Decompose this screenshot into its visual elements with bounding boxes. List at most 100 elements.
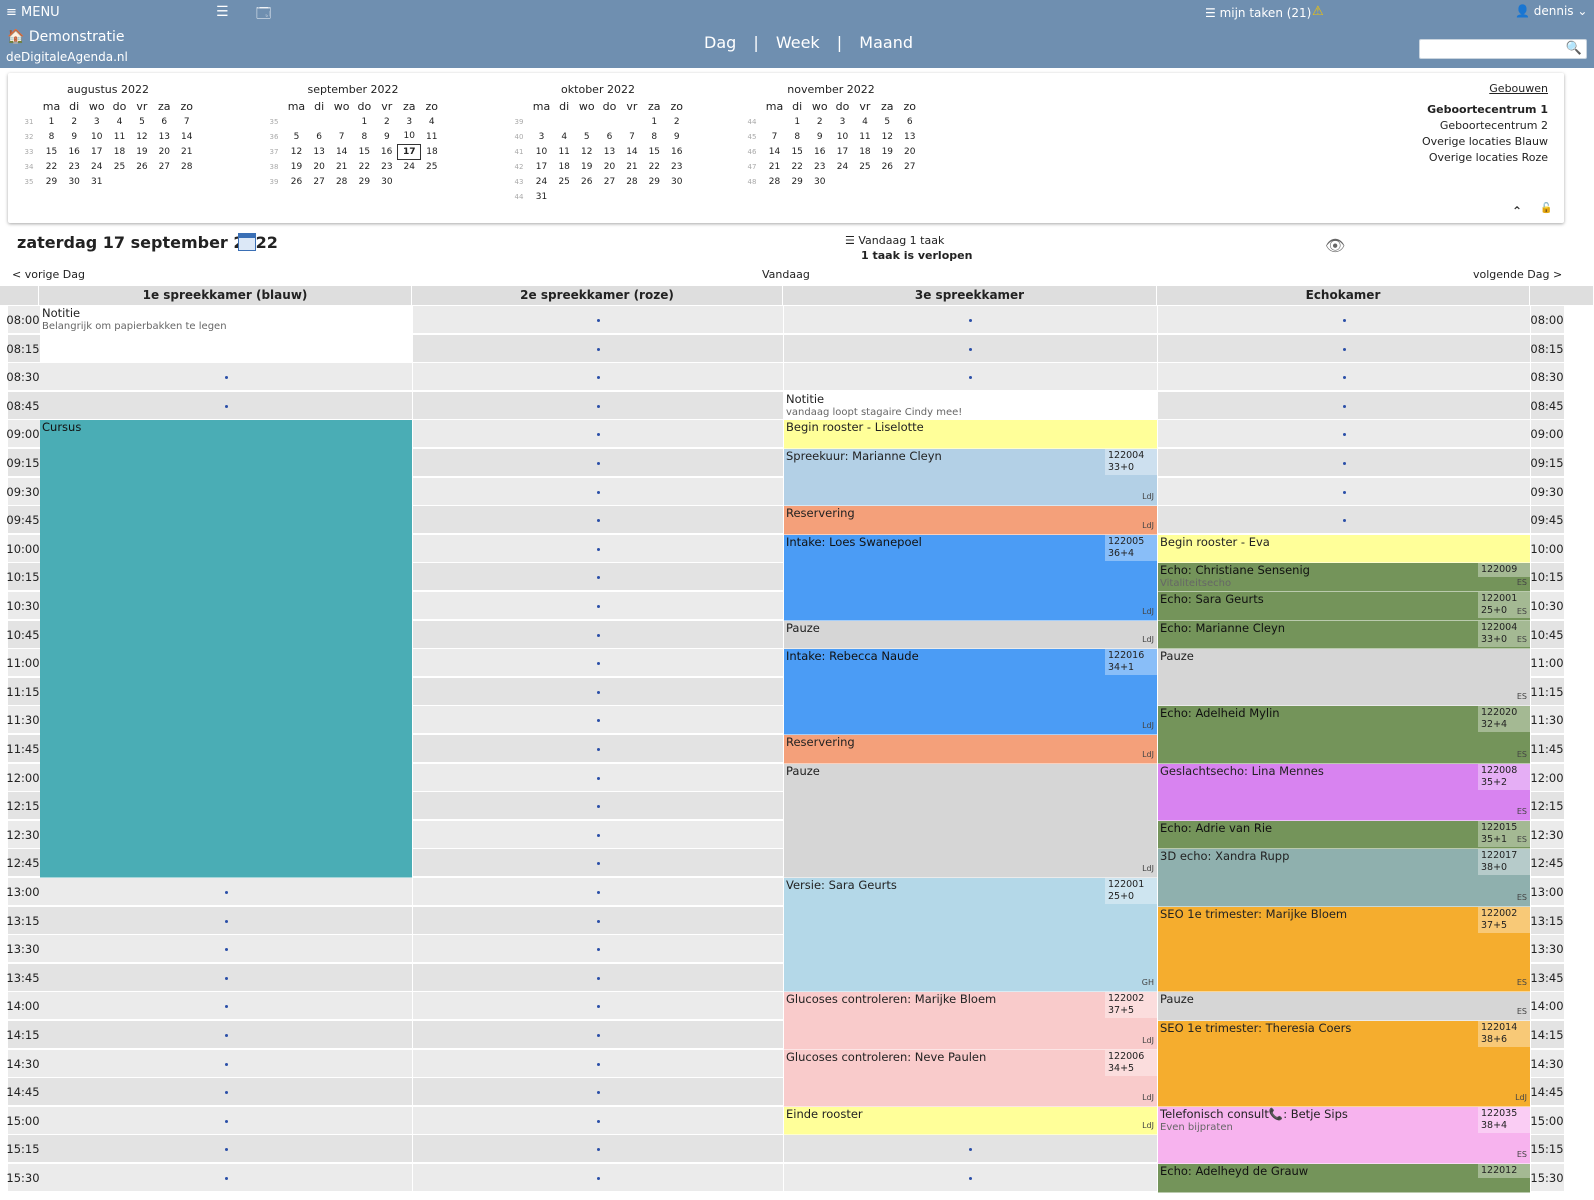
free-slot-dot[interactable] [224, 1119, 228, 1123]
appointment[interactable]: SEO 1e trimester: Marijke Bloem 122002 37… [1158, 906, 1530, 993]
card-icon[interactable]: 🗔 [256, 3, 271, 27]
day-cell[interactable]: 11 [553, 144, 575, 159]
day-cell[interactable]: 29 [353, 174, 376, 189]
day-cell[interactable]: 12 [876, 129, 898, 144]
day-cell[interactable]: 30 [63, 174, 85, 189]
day-cell[interactable]: 9 [63, 129, 85, 144]
free-slot-dot[interactable] [596, 605, 600, 608]
day-cell[interactable]: 31 [530, 189, 553, 204]
day-cell[interactable]: 6 [899, 114, 921, 129]
appointment[interactable]: Echo: Adrie van Rie 122015 35+1 ES [1158, 820, 1530, 850]
free-slot-dot[interactable] [596, 347, 600, 351]
appointment[interactable]: Einde rooster LdJ [784, 1106, 1157, 1136]
free-slot-dot[interactable] [596, 891, 600, 894]
day-cell[interactable]: 21 [176, 144, 198, 159]
day-cell[interactable]: 19 [285, 159, 308, 174]
day-cell[interactable]: 4 [553, 129, 575, 144]
view-day[interactable]: Dag [704, 33, 736, 52]
day-cell[interactable]: 25 [108, 159, 131, 174]
day-cell[interactable]: 3 [85, 114, 108, 129]
appointment[interactable]: Reservering LdJ [784, 506, 1157, 535]
day-cell[interactable]: 5 [131, 114, 153, 129]
day-cell[interactable]: 7 [763, 129, 786, 144]
day-cell[interactable]: 26 [131, 159, 153, 174]
day-cell[interactable]: 24 [831, 159, 854, 174]
day-cell[interactable]: 14 [621, 144, 643, 159]
free-slot-dot[interactable] [224, 948, 228, 952]
day-cell[interactable]: 27 [598, 174, 621, 189]
appointment[interactable]: Begin rooster - Liselotte [784, 420, 1157, 449]
free-slot-dot[interactable] [224, 976, 228, 980]
day-cell[interactable]: 19 [131, 144, 153, 159]
day-cell[interactable]: 30 [808, 174, 831, 189]
buildings-link[interactable]: Gebouwen [1489, 82, 1548, 95]
appointment[interactable]: Echo: Adelheyd de Grauw 122012 [1158, 1164, 1530, 1193]
day-cell[interactable]: 17 [85, 144, 108, 159]
day-cell[interactable]: 20 [598, 159, 621, 174]
day-cell[interactable]: 18 [553, 159, 575, 174]
day-cell[interactable]: 23 [666, 159, 688, 174]
free-slot-dot[interactable] [1342, 462, 1346, 465]
location-item[interactable]: Overige locaties Blauw [1422, 135, 1548, 148]
day-cell[interactable]: 9 [808, 129, 831, 144]
appointment[interactable]: Intake: Rebecca Naude 122016 34+1 LdJ [784, 649, 1157, 735]
appointment[interactable]: Cursus [40, 420, 412, 878]
free-slot-dot[interactable] [596, 547, 600, 551]
free-slot-dot[interactable] [596, 833, 600, 837]
day-cell[interactable]: 22 [353, 159, 376, 174]
day-cell[interactable]: 13 [899, 129, 921, 144]
free-slot-dot[interactable] [596, 1062, 600, 1066]
appointment[interactable]: Geslachtsecho: Lina Mennes 122008 35+2 ES [1158, 763, 1530, 821]
day-cell[interactable]: 5 [876, 114, 898, 129]
day-cell[interactable]: 14 [176, 129, 198, 144]
appointment[interactable]: Echo: Christiane Sensenig Vitaliteitsecho… [1158, 563, 1530, 592]
day-cell[interactable]: 3 [530, 129, 553, 144]
lock-icon[interactable]: 🔓 [1540, 203, 1552, 214]
day-cell[interactable]: 11 [421, 129, 443, 144]
my-tasks-link[interactable]: ☰ mijn taken (21) [1205, 6, 1311, 20]
day-cell[interactable]: 12 [285, 144, 308, 159]
appointment[interactable]: Versie: Sara Geurts 122001 25+0 GH [784, 878, 1157, 993]
free-slot-dot[interactable] [596, 633, 600, 637]
appointment[interactable]: Glucoses controleren: Marijke Bloem 12200… [784, 992, 1157, 1050]
day-cell[interactable]: 4 [108, 114, 131, 129]
day-cell[interactable]: 2 [808, 114, 831, 129]
day-cell[interactable]: 10 [530, 144, 553, 159]
free-slot-dot[interactable] [596, 690, 600, 694]
day-cell[interactable]: 1 [643, 114, 665, 129]
free-slot-dot[interactable] [1342, 404, 1346, 408]
free-slot-dot[interactable] [596, 919, 600, 923]
day-cell[interactable]: 4 [421, 114, 443, 129]
appointment[interactable]: Notitie vandaag loopt stagaire Cindy mee! [784, 391, 1157, 421]
day-cell[interactable]: 8 [40, 129, 63, 144]
appointment[interactable]: Pauze ES [1158, 649, 1530, 707]
eye-icon[interactable]: 👁 [1325, 236, 1345, 255]
free-slot-dot[interactable] [596, 376, 600, 380]
next-day-link[interactable]: volgende Dag > [1473, 268, 1562, 281]
day-cell[interactable]: 16 [808, 144, 831, 159]
day-cell[interactable]: 11 [854, 129, 876, 144]
day-cell[interactable]: 28 [763, 174, 786, 189]
day-cell[interactable]: 28 [176, 159, 198, 174]
day-cell[interactable]: 4 [854, 114, 876, 129]
day-cell[interactable]: 29 [643, 174, 665, 189]
day-cell[interactable]: 22 [786, 159, 808, 174]
day-cell[interactable]: 12 [131, 129, 153, 144]
day-cell[interactable]: 21 [763, 159, 786, 174]
free-slot-dot[interactable] [224, 1062, 228, 1066]
organisation-link[interactable]: 🏠 Demonstratie [7, 29, 124, 45]
day-cell[interactable]: 17 [831, 144, 854, 159]
appointment[interactable]: Echo: Sara Geurts 122001 25+0 ES [1158, 592, 1530, 621]
appointment[interactable]: Spreekuur: Marianne Cleyn 122004 33+0 LdJ [784, 449, 1157, 507]
user-menu[interactable]: 👤 dennis ⌄ [1515, 4, 1587, 18]
free-slot-dot[interactable] [1342, 347, 1346, 351]
view-month[interactable]: Maand [859, 33, 913, 52]
free-slot-dot[interactable] [596, 976, 600, 980]
day-cell[interactable]: 23 [808, 159, 831, 174]
free-slot-dot[interactable] [596, 319, 600, 322]
day-cell[interactable]: 10 [831, 129, 854, 144]
day-cell[interactable]: 7 [621, 129, 643, 144]
day-cell[interactable]: 6 [598, 129, 621, 144]
day-cell[interactable]: 29 [40, 174, 63, 189]
day-cell[interactable]: 16 [376, 144, 398, 159]
